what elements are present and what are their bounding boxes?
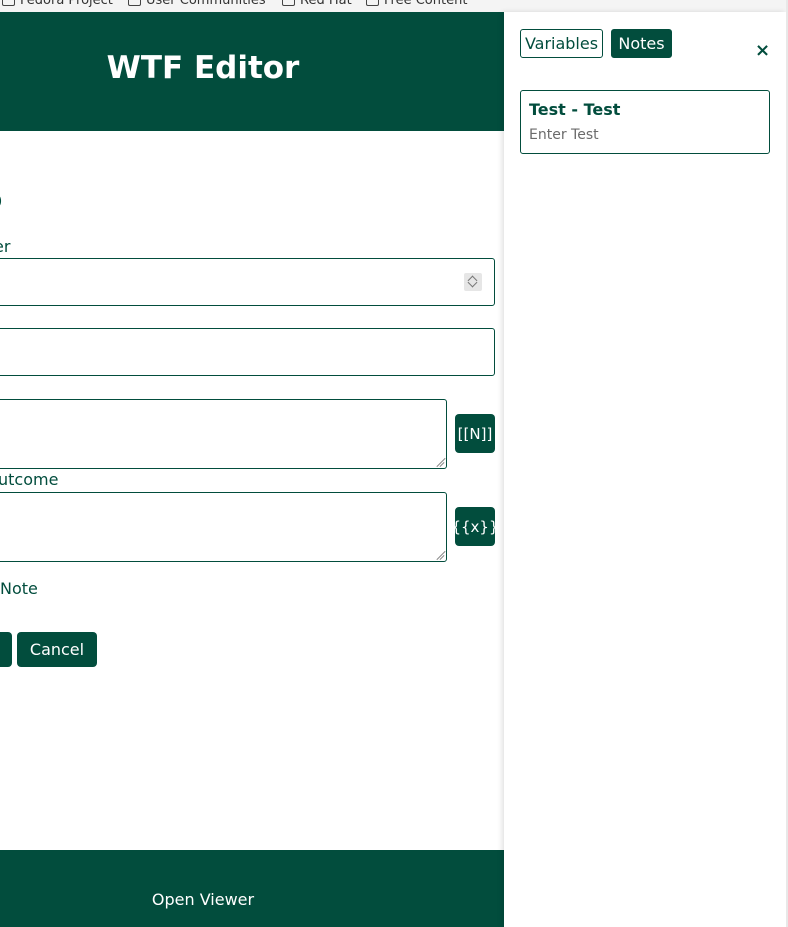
outcome-field-label: utcome: [0, 470, 59, 489]
number-spinner[interactable]: [464, 273, 482, 291]
folder-icon: [282, 0, 295, 6]
folder-icon: [366, 0, 379, 6]
resize-handle-icon[interactable]: [435, 550, 445, 560]
cancel-button[interactable]: Cancel: [17, 632, 97, 667]
step-description-textarea[interactable]: [0, 399, 447, 469]
tab-notes[interactable]: Notes: [611, 29, 672, 58]
bookmark-red-hat[interactable]: Red Hat: [282, 0, 352, 8]
app-header: WTF Editor: [0, 12, 504, 131]
app-title: WTF Editor: [106, 50, 300, 86]
bookmark-free-content[interactable]: Free Content: [366, 0, 467, 8]
side-panel: Variables Notes × Test - Test Enter Test: [504, 12, 786, 927]
tab-variables[interactable]: Variables: [520, 29, 603, 58]
note-card: Test - Test Enter Test: [520, 90, 770, 154]
insert-note-ref-button[interactable]: [[N]]: [455, 414, 495, 453]
section-title: ep: [0, 185, 2, 215]
note-input[interactable]: Enter Test: [529, 127, 599, 143]
folder-icon: [128, 0, 141, 6]
bookmark-user-communities[interactable]: User Communities: [128, 0, 266, 8]
bookmark-fedora-project[interactable]: Fedora Project: [2, 0, 113, 8]
open-viewer-link[interactable]: Open Viewer: [0, 890, 406, 909]
number-field-label: er: [0, 237, 11, 256]
step-title-input[interactable]: [0, 328, 495, 376]
note-title: Test - Test: [529, 100, 621, 119]
note-field-label: Note: [0, 579, 38, 598]
editor-area: WTF Editor ep er [[N]] utcome {{x}} Note…: [0, 12, 504, 927]
step-number-input[interactable]: [0, 258, 495, 306]
outcome-textarea[interactable]: [0, 492, 447, 562]
save-button[interactable]: [0, 632, 12, 667]
app-footer: Open Viewer: [0, 850, 504, 927]
resize-handle-icon[interactable]: [435, 457, 445, 467]
close-icon[interactable]: ×: [755, 40, 770, 61]
folder-icon: [2, 0, 15, 6]
insert-variable-button[interactable]: {{x}}: [451, 507, 499, 546]
